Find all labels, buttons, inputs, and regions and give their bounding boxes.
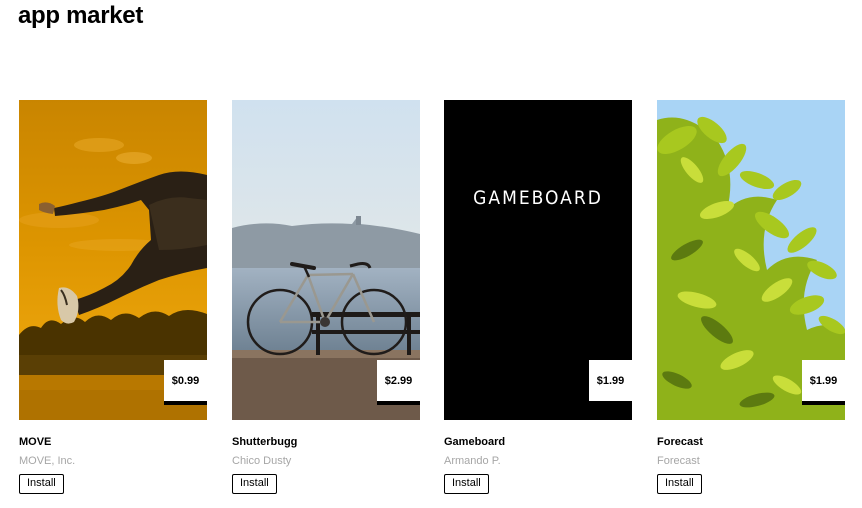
price-tag: $1.99 [589, 360, 632, 405]
app-card-shutterbugg[interactable]: $2.99 Shutterbugg Chico Dusty Install [232, 100, 420, 494]
app-card-gameboard[interactable]: GAMEBOARD $1.99 Gameboard Armando P. Ins… [444, 100, 632, 494]
install-button[interactable]: Install [657, 474, 702, 494]
price-tag: $2.99 [377, 360, 420, 405]
app-developer: Forecast [657, 455, 700, 467]
gameboard-logo-text: GAMEBOARD [473, 187, 603, 209]
price-tag: $1.99 [802, 360, 845, 405]
app-card-move[interactable]: $0.99 MOVE MOVE, Inc. Install [19, 100, 207, 494]
app-name[interactable]: Forecast [657, 436, 845, 450]
install-button[interactable]: Install [232, 474, 277, 494]
app-image-move[interactable]: $0.99 [19, 100, 207, 420]
page-title: app market [18, 2, 144, 29]
app-developer: Armando P. [444, 455, 501, 467]
price-tag: $0.99 [164, 360, 207, 405]
app-image-gameboard[interactable]: GAMEBOARD $1.99 [444, 100, 632, 420]
app-card-forecast[interactable]: $1.99 Forecast Forecast Install [657, 100, 845, 494]
app-developer: MOVE, Inc. [19, 455, 76, 467]
install-button[interactable]: Install [444, 474, 489, 494]
app-name[interactable]: Gameboard [444, 436, 632, 450]
app-image-forecast[interactable]: $1.99 [657, 100, 845, 420]
app-market-page: app market $0.99 MOVE MOVE, Inc. Install… [0, 0, 862, 508]
app-image-shutterbugg[interactable]: $2.99 [232, 100, 420, 420]
app-developer: Chico Dusty [232, 455, 292, 467]
app-name[interactable]: Shutterbugg [232, 436, 420, 450]
install-button[interactable]: Install [19, 474, 64, 494]
app-name[interactable]: MOVE [19, 436, 207, 450]
